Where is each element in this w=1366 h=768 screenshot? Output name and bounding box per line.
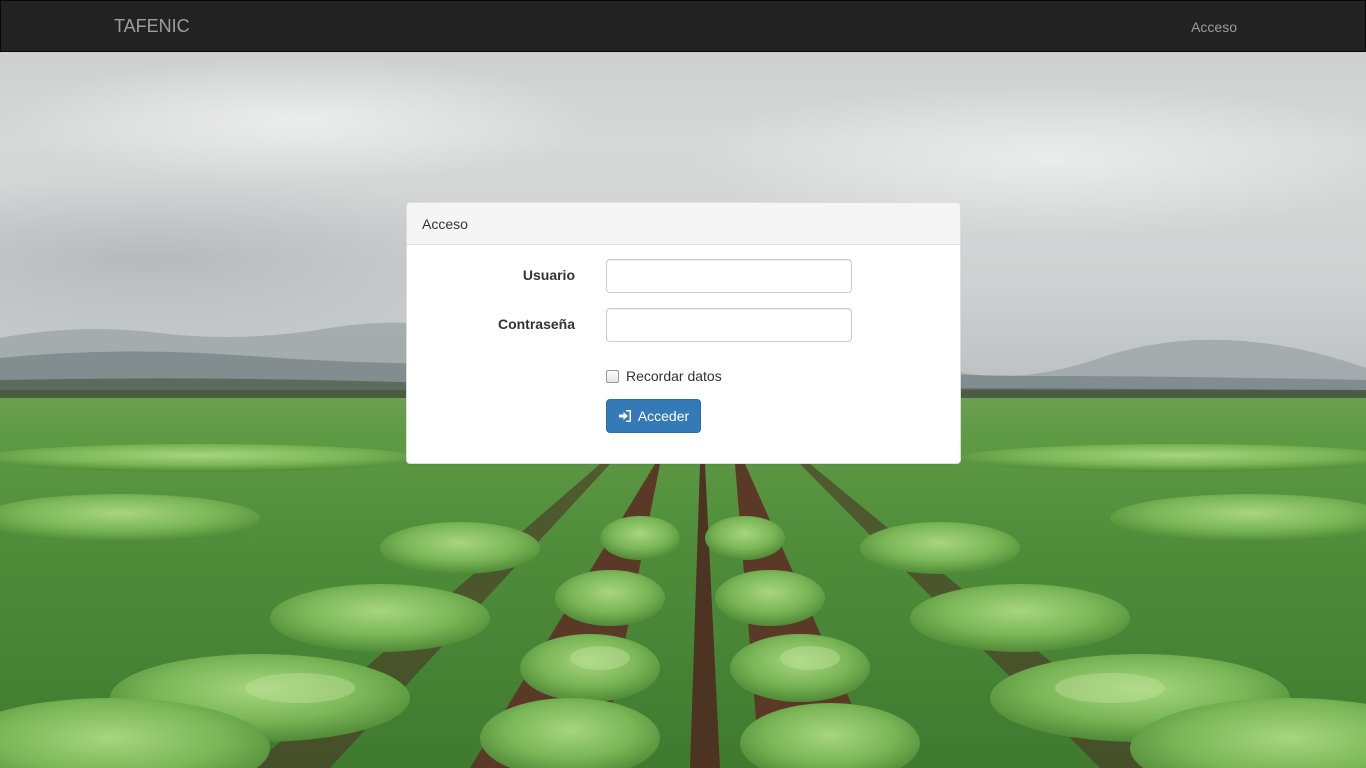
username-label: Usuario xyxy=(522,267,575,283)
top-navbar: TAFENIC Acceso xyxy=(0,0,1366,52)
remember-checkbox[interactable] xyxy=(606,369,619,383)
panel-title: Acceso xyxy=(407,203,960,245)
sign-in-icon xyxy=(618,410,631,422)
login-panel: Acceso Usuario Contraseña Recordar datos… xyxy=(406,202,961,464)
password-input[interactable] xyxy=(606,308,852,342)
submit-label: Acceder xyxy=(637,408,690,424)
remember-label[interactable]: Recordar datos xyxy=(626,368,722,384)
nav-link-acceso[interactable]: Acceso xyxy=(1191,18,1237,36)
remember-row: Recordar datos xyxy=(606,366,722,386)
password-row: Contraseña xyxy=(407,308,960,342)
username-row: Usuario xyxy=(407,259,960,293)
brand-link[interactable]: TAFENIC xyxy=(114,16,190,36)
submit-button[interactable]: Acceder xyxy=(606,399,701,433)
username-input[interactable] xyxy=(606,259,852,293)
password-label: Contraseña xyxy=(497,316,575,332)
